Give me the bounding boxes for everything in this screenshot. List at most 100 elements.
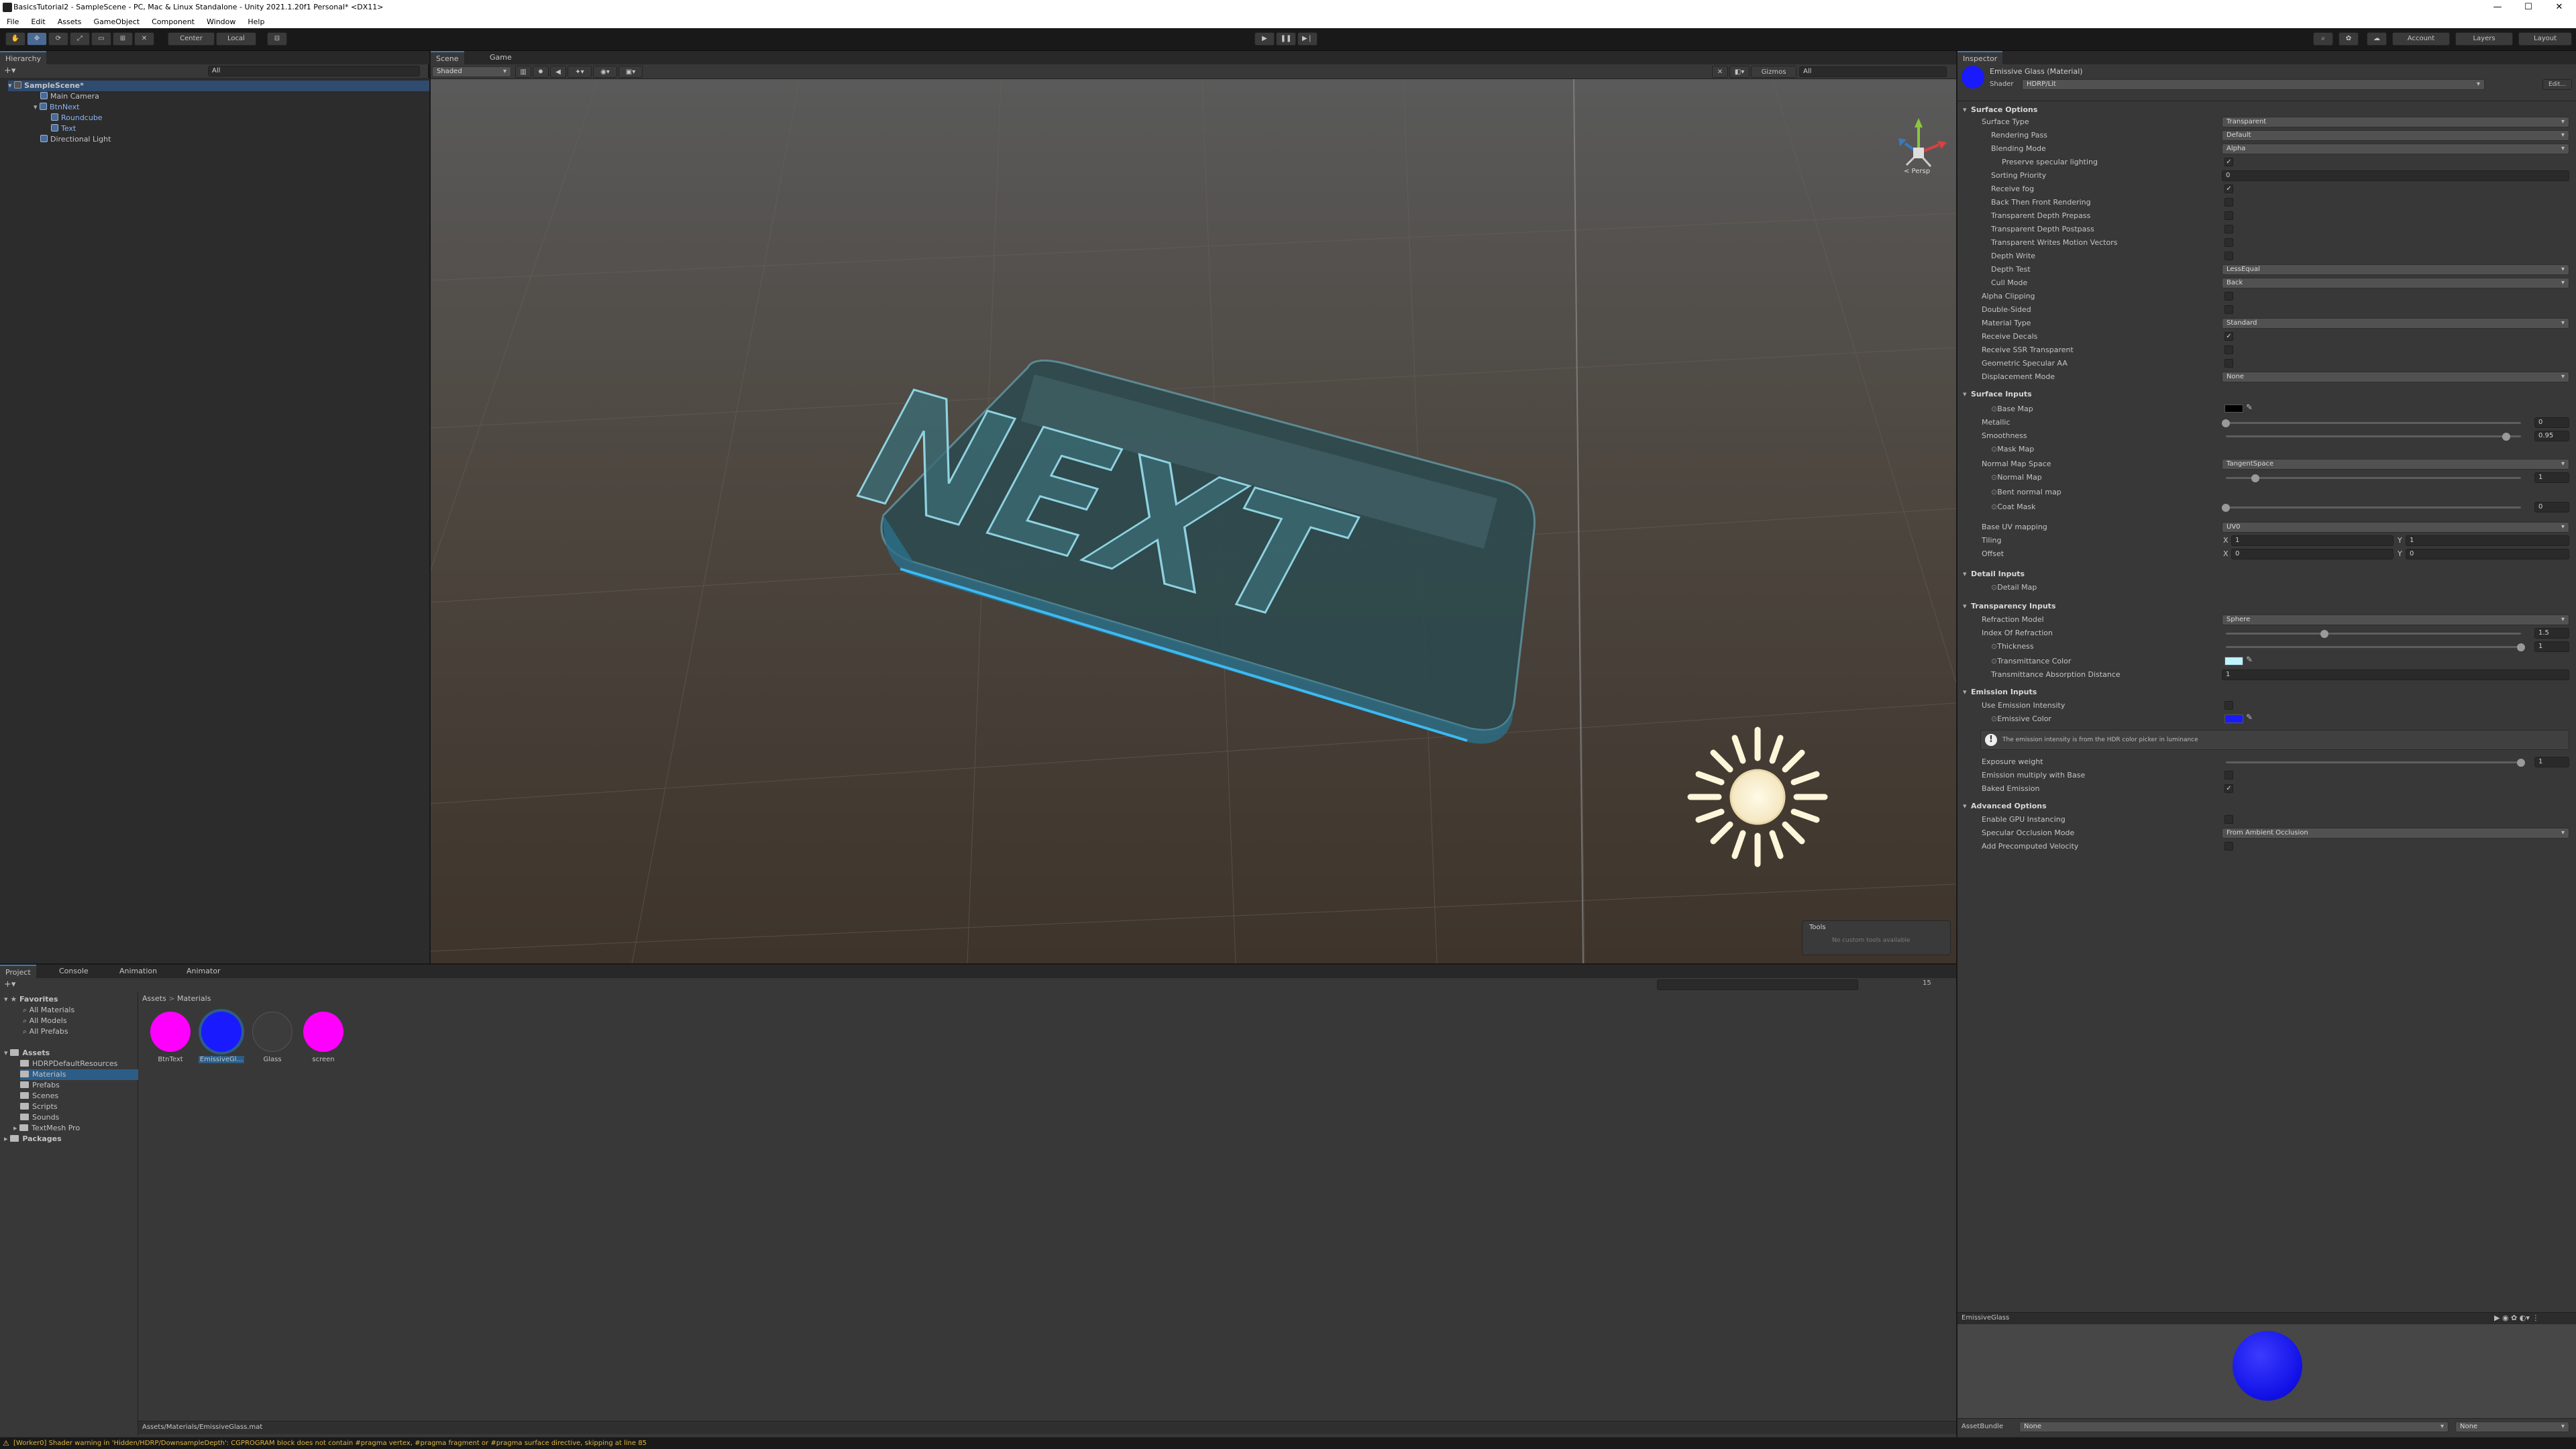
tab-console[interactable]: Console <box>54 965 94 978</box>
play-button[interactable]: ▶ <box>1254 32 1275 46</box>
layers-dropdown[interactable]: Layers <box>2455 32 2513 46</box>
packages-root[interactable]: ▸ Packages <box>4 1134 62 1144</box>
alpha-clipping-checkbox[interactable] <box>2224 292 2233 301</box>
receive-fog-checkbox[interactable]: ✓ <box>2224 184 2233 193</box>
close-window-button[interactable]: ✕ <box>2544 0 2575 15</box>
perspective-label[interactable]: < Persp <box>1904 168 1930 175</box>
minimize-button[interactable]: — <box>2482 0 2513 15</box>
menu-file[interactable]: File <box>7 17 19 26</box>
assetbundle-dropdown[interactable]: None <box>2019 1421 2449 1432</box>
refraction-model-dropdown[interactable]: Sphere <box>2222 614 2569 625</box>
precomputed-velocity-checkbox[interactable] <box>2224 842 2233 851</box>
hierarchy-row-text[interactable]: Text <box>51 123 76 134</box>
tab-hierarchy[interactable]: Hierarchy <box>0 51 47 64</box>
scene-search-input[interactable]: All <box>1799 66 1947 77</box>
tiling-x-field[interactable]: 1 <box>2231 535 2394 546</box>
normal-map-field[interactable]: 1 <box>2534 472 2569 483</box>
use-emission-intensity-checkbox[interactable] <box>2224 701 2233 710</box>
tab-project[interactable]: Project <box>0 965 36 978</box>
rendering-pass-dropdown[interactable]: Default <box>2222 130 2569 141</box>
specular-occlusion-dropdown[interactable]: From Ambient Occlusion <box>2222 828 2569 839</box>
tab-animation[interactable]: Animation <box>114 965 163 978</box>
collab-icon[interactable]: ✿ <box>2339 32 2359 46</box>
gizmos-dropdown[interactable]: Gizmos <box>1751 66 1796 78</box>
scene-viewport[interactable]: NEXT < Persp <box>431 79 1956 963</box>
effects-toggle-icon[interactable]: ✦▾ <box>568 66 592 78</box>
preserve-specular-checkbox[interactable]: ✓ <box>2224 158 2233 166</box>
back-then-front-checkbox[interactable] <box>2224 198 2233 207</box>
asset-btntext[interactable]: BtnText <box>147 1012 194 1063</box>
move-tool-icon[interactable]: ✥ <box>27 32 47 46</box>
metallic-field[interactable]: 0 <box>2534 417 2569 428</box>
cull-mode-dropdown[interactable]: Back <box>2222 278 2569 288</box>
shader-dropdown[interactable]: HDRP/Lit <box>2022 79 2485 90</box>
sorting-priority-field[interactable]: 0 <box>2222 170 2569 181</box>
smoothness-field[interactable]: 0.95 <box>2534 431 2569 441</box>
folder-textmeshpro[interactable]: ▸ TextMesh Pro <box>13 1123 80 1134</box>
eyedropper-icon[interactable]: ✎ <box>2246 402 2253 412</box>
folder-materials[interactable]: Materials <box>20 1069 138 1080</box>
folder-sounds[interactable]: Sounds <box>20 1112 59 1123</box>
section-surface-options[interactable]: Surface Options <box>1962 103 2569 117</box>
folder-scenes[interactable]: Scenes <box>20 1091 58 1102</box>
thickness-slider[interactable] <box>2226 646 2521 648</box>
audio-toggle-icon[interactable]: ◀ <box>550 66 566 78</box>
folder-prefabs[interactable]: Prefabs <box>20 1080 60 1091</box>
scene-camera-icon[interactable]: ▣▾ <box>619 66 643 78</box>
pivot-local-toggle[interactable]: Local <box>216 32 256 46</box>
project-add-icon[interactable]: +▾ <box>4 979 15 989</box>
add-icon[interactable]: +▾ <box>4 66 20 76</box>
section-emission-inputs[interactable]: Emission Inputs <box>1962 686 2569 699</box>
depth-prepass-checkbox[interactable] <box>2224 211 2233 220</box>
search-icon[interactable]: ⌕ <box>2313 32 2333 46</box>
breadcrumb-assets[interactable]: Assets <box>142 994 166 1003</box>
rect-tool-icon[interactable]: ▭ <box>91 32 111 46</box>
menu-component[interactable]: Component <box>152 17 195 26</box>
material-preview[interactable] <box>1957 1324 2576 1418</box>
section-advanced-options[interactable]: Advanced Options <box>1962 800 2569 813</box>
account-dropdown[interactable]: Account <box>2392 32 2450 46</box>
assetbundle-variant-dropdown[interactable]: None <box>2455 1421 2569 1432</box>
hand-tool-icon[interactable]: ✋ <box>5 32 25 46</box>
eyedropper-icon[interactable]: ✎ <box>2246 655 2253 664</box>
normal-map-space-dropdown[interactable]: TangentSpace <box>2222 459 2569 470</box>
tab-inspector[interactable]: Inspector <box>1957 51 2003 64</box>
thickness-slider-knob[interactable] <box>2517 643 2525 651</box>
depth-write-checkbox[interactable] <box>2224 252 2233 260</box>
asset-emissiveglass[interactable]: EmissiveGl... <box>198 1012 245 1063</box>
asset-screen[interactable]: screen <box>300 1012 347 1063</box>
ior-slider[interactable] <box>2226 633 2521 635</box>
receive-ssr-checkbox[interactable] <box>2224 345 2233 354</box>
hierarchy-row-scene[interactable]: ▾ SampleScene* <box>8 80 429 91</box>
scale-tool-icon[interactable]: ⤢ <box>70 32 90 46</box>
tab-animator[interactable]: Animator <box>181 965 226 978</box>
hidden-objects-icon[interactable]: ◉▾ <box>593 66 617 78</box>
ior-slider-knob[interactable] <box>2320 630 2328 638</box>
thickness-field[interactable]: 1 <box>2534 641 2569 652</box>
folder-scripts[interactable]: Scripts <box>20 1102 58 1112</box>
material-type-dropdown[interactable]: Standard <box>2222 318 2569 329</box>
metallic-slider[interactable] <box>2226 422 2521 424</box>
tab-scene[interactable]: Scene <box>431 51 464 64</box>
render-mode-icon[interactable]: ◧▾ <box>1729 66 1750 78</box>
hierarchy-row-directional-light[interactable]: Directional Light <box>40 134 111 145</box>
tools-overlay-icon[interactable]: ✕ <box>1712 66 1728 78</box>
cloud-icon[interactable]: ☁ <box>2367 32 2387 46</box>
receive-decals-checkbox[interactable]: ✓ <box>2224 332 2233 341</box>
ior-field[interactable]: 1.5 <box>2534 628 2569 639</box>
grid-snap-icon[interactable]: ⊟ <box>267 32 287 46</box>
menu-assets[interactable]: Assets <box>58 17 82 26</box>
menu-edit[interactable]: Edit <box>31 17 45 26</box>
menu-gameobject[interactable]: GameObject <box>94 17 140 26</box>
coat-mask-slider[interactable] <box>2226 506 2521 508</box>
layout-dropdown[interactable]: Layout <box>2518 32 2572 46</box>
fav-all-prefabs[interactable]: ⌕ All Prefabs <box>23 1026 68 1037</box>
maximize-button[interactable]: ☐ <box>2513 0 2544 15</box>
surface-type-dropdown[interactable]: Transparent <box>2222 117 2569 127</box>
emissive-color-swatch[interactable] <box>2224 714 2243 723</box>
double-sided-checkbox[interactable] <box>2224 305 2233 314</box>
pivot-center-toggle[interactable]: Center <box>168 32 215 46</box>
fav-all-models[interactable]: ⌕ All Models <box>23 1016 67 1026</box>
tiling-y-field[interactable]: 1 <box>2406 535 2569 546</box>
smoothness-slider-knob[interactable] <box>2502 433 2510 441</box>
